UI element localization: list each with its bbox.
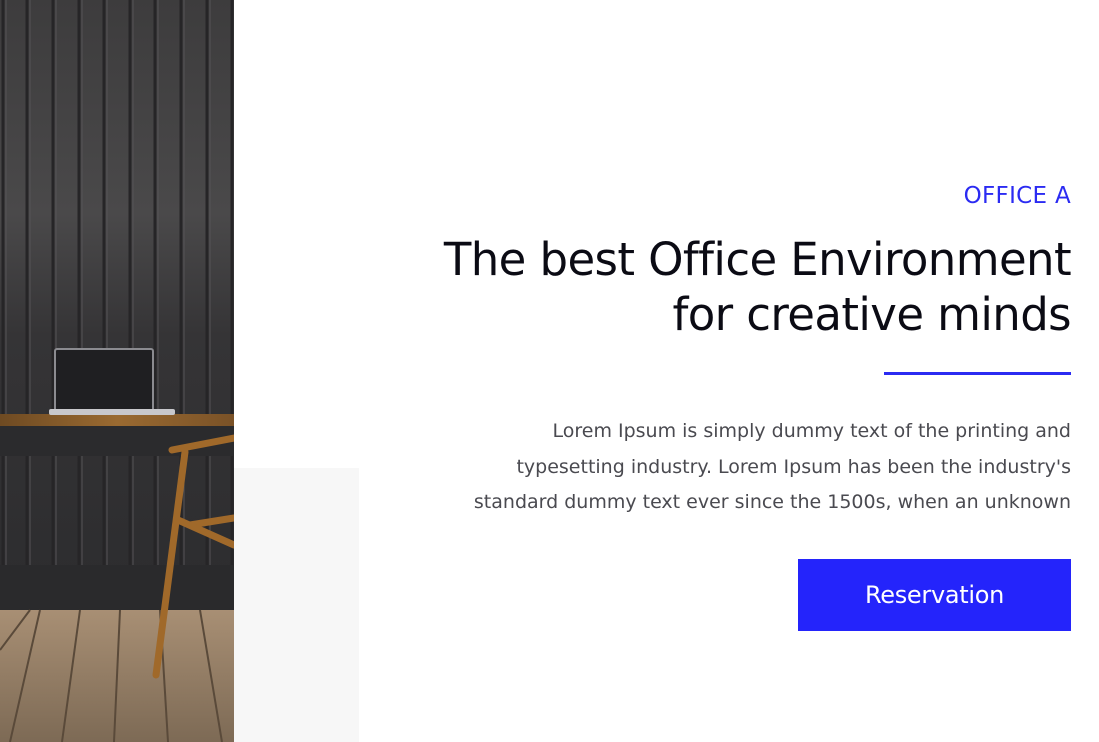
headline-line-1: The best Office Environment bbox=[443, 233, 1072, 286]
description-line-3: standard dummy text ever since the 1500s… bbox=[473, 491, 1071, 513]
page-title: The best Office Environment for creative… bbox=[391, 232, 1072, 342]
description-line-2: typesetting industry. Lorem Ipsum has be… bbox=[516, 455, 1071, 478]
office-photo bbox=[0, 0, 234, 742]
description-line-1: Lorem Ipsum is simply dummy text of the … bbox=[552, 420, 1071, 442]
reservation-button[interactable]: Reservation bbox=[798, 558, 1071, 631]
office-intro-section: OFFICE A The best Office Environment for… bbox=[391, 178, 1072, 631]
accent-divider bbox=[884, 372, 1071, 375]
headline-line-2: for creative minds bbox=[672, 288, 1071, 341]
background-panel bbox=[234, 468, 359, 742]
description-text: Lorem Ipsum is simply dummy text of the … bbox=[391, 414, 1071, 521]
section-eyebrow: OFFICE A bbox=[963, 183, 1071, 209]
